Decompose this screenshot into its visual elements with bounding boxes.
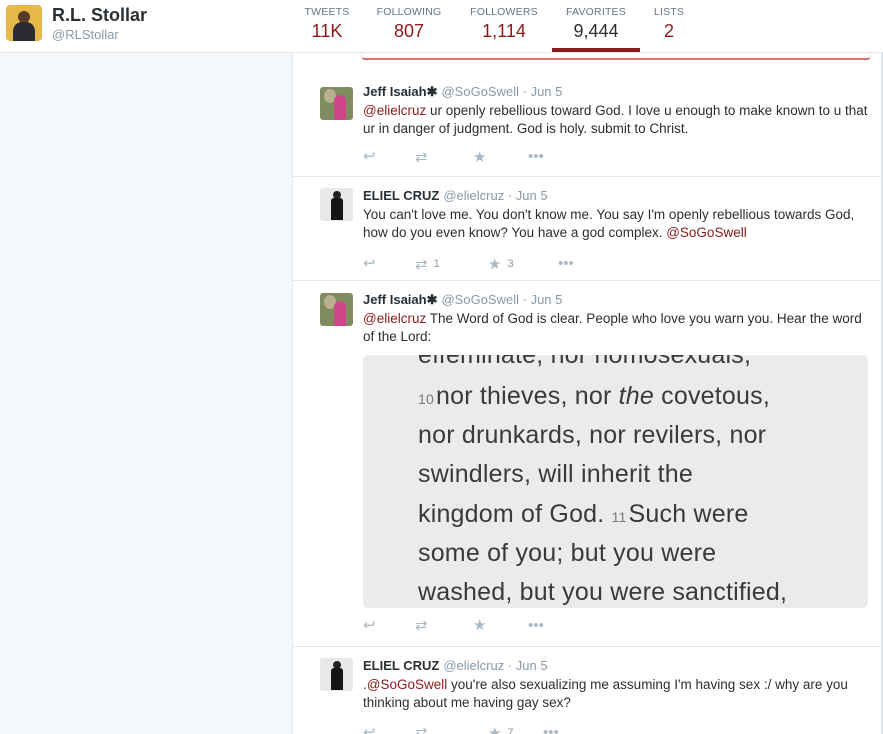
image-text-line: 10nor thieves, nor the covetous, — [418, 382, 770, 410]
mention-link[interactable]: @elielcruz — [363, 103, 426, 118]
star-icon[interactable]: ★ 3 — [488, 256, 514, 273]
tweet-date[interactable]: · Jun 5 — [523, 292, 563, 307]
active-tab-indicator — [552, 48, 640, 52]
tweet[interactable]: ELIEL CRUZ @elielcruz · Jun 5 You can't l… — [293, 177, 881, 281]
previous-tweet-edge — [361, 53, 871, 60]
reply-icon[interactable]: ↩ — [363, 256, 376, 272]
image-text-line: nor drunkards, nor revilers, nor — [418, 421, 767, 449]
verse-number: 11 — [611, 509, 627, 525]
stat-label: FAVORITES — [566, 6, 626, 18]
stat-value: 2 — [663, 21, 674, 41]
reply-icon[interactable]: ↩ — [363, 725, 376, 734]
stat-tweets[interactable]: TWEETS 11K — [298, 6, 356, 52]
tweet-body: You can't love me. You don't know me. Yo… — [363, 207, 855, 240]
stat-value: 1,114 — [482, 21, 526, 41]
author-name[interactable]: ELIEL CRUZ — [363, 658, 439, 673]
image-text-line: some of you; but you were — [418, 539, 717, 567]
retweet-icon[interactable]: ⇄ 1 — [415, 256, 440, 273]
tweet-header: Jeff Isaiah✱ @SoGoSwell · Jun 5 — [363, 292, 562, 308]
stat-value: 9,444 — [573, 21, 619, 41]
tweet[interactable]: Jeff Isaiah✱ @SoGoSwell · Jun 5 @elielcru… — [293, 281, 881, 647]
tweet-header: ELIEL CRUZ @elielcruz · Jun 5 — [363, 658, 548, 673]
more-icon[interactable]: ••• — [528, 149, 544, 165]
tweet-text: .@SoGoSwell you're also sexualizing me a… — [363, 676, 868, 712]
tweet-text: @elielcruz The Word of God is clear. Peo… — [363, 310, 868, 346]
tweet-header: Jeff Isaiah✱ @SoGoSwell · Jun 5 — [363, 84, 562, 100]
star-icon[interactable]: ★ — [473, 618, 486, 634]
avatar[interactable] — [320, 293, 353, 326]
avatar[interactable] — [320, 658, 353, 691]
more-icon[interactable]: ••• — [528, 618, 544, 634]
tweet[interactable]: Jeff Isaiah✱ @SoGoSwell · Jun 5 @elielcru… — [293, 73, 881, 177]
retweet-count: 1 — [433, 258, 440, 270]
star-icon[interactable]: ★ — [473, 149, 492, 166]
stat-value: 807 — [393, 21, 425, 41]
tweet-text: @elielcruz ur openly rebellious toward G… — [363, 102, 868, 138]
stat-followers[interactable]: FOLLOWERS 1,114 — [466, 6, 542, 52]
image-text-line: washed, but you were sanctified, — [418, 578, 788, 606]
profile-header: R.L. Stollar @RLStollar TWEETS 11K FOLLO… — [0, 0, 883, 53]
tweet-date[interactable]: · Jun 5 — [508, 188, 548, 203]
tweet-header: ELIEL CRUZ @elielcruz · Jun 5 — [363, 188, 548, 203]
avatar[interactable] — [320, 188, 353, 221]
stat-value: 11K — [311, 21, 343, 41]
more-icon[interactable]: ••• — [543, 725, 559, 734]
left-sidebar — [0, 53, 292, 734]
tweet-date[interactable]: · Jun 5 — [523, 84, 563, 99]
profile-avatar[interactable] — [6, 5, 42, 41]
stat-favorites[interactable]: FAVORITES 9,444 — [556, 6, 636, 52]
stat-label: TWEETS — [304, 6, 350, 18]
profile-handle: @RLStollar — [52, 27, 119, 42]
mention-link[interactable]: @SoGoSwell — [367, 677, 448, 692]
verse-number: 10 — [418, 391, 434, 407]
author-name[interactable]: Jeff Isaiah✱ — [363, 292, 437, 307]
author-handle[interactable]: @elielcruz — [443, 188, 504, 203]
tweet-media-image[interactable]: effeminate, nor homosexuals, 10nor thiev… — [363, 355, 868, 608]
stat-following[interactable]: FOLLOWING 807 — [372, 6, 446, 52]
favorite-count: 3 — [507, 258, 514, 270]
profile-name[interactable]: R.L. Stollar — [52, 5, 147, 26]
image-text-line: kingdom of God. 11Such were — [418, 500, 749, 528]
tweet-stream: Jeff Isaiah✱ @SoGoSwell · Jun 5 @elielcru… — [292, 53, 882, 734]
reply-icon[interactable]: ↩ — [363, 149, 376, 165]
reply-icon[interactable]: ↩ — [363, 618, 376, 634]
author-handle[interactable]: @SoGoSwell — [441, 292, 519, 307]
mention-link[interactable]: @elielcruz — [363, 311, 426, 326]
favorite-count: 7 — [507, 727, 514, 734]
author-handle[interactable]: @elielcruz — [443, 658, 504, 673]
retweet-icon[interactable]: ⇄ — [415, 725, 428, 734]
stat-lists[interactable]: LISTS 2 — [650, 6, 688, 52]
tweet-date[interactable]: · Jun 5 — [508, 658, 548, 673]
stat-label: LISTS — [653, 6, 685, 18]
retweet-icon[interactable]: ⇄ — [415, 618, 428, 634]
avatar[interactable] — [320, 87, 353, 120]
image-text-line: swindlers, will inherit the — [418, 460, 693, 488]
image-text-line: effeminate, nor homosexuals, — [418, 355, 752, 369]
author-name[interactable]: ELIEL CRUZ — [363, 188, 439, 203]
more-icon[interactable]: ••• — [558, 256, 574, 272]
star-icon[interactable]: ★ 7 — [488, 725, 514, 734]
tweet-body: The Word of God is clear. People who lov… — [363, 311, 862, 344]
stat-label: FOLLOWERS — [470, 6, 538, 18]
tweet[interactable]: ELIEL CRUZ @elielcruz · Jun 5 .@SoGoSwell… — [293, 647, 881, 734]
tweet-text: You can't love me. You don't know me. Yo… — [363, 206, 868, 242]
author-handle[interactable]: @SoGoSwell — [441, 84, 519, 99]
tweet-body: ur openly rebellious toward God. I love … — [363, 103, 868, 136]
stat-label: FOLLOWING — [376, 6, 442, 18]
retweet-icon[interactable]: ⇄ — [415, 149, 434, 166]
mention-link[interactable]: @SoGoSwell — [666, 225, 747, 240]
author-name[interactable]: Jeff Isaiah✱ — [363, 84, 437, 99]
